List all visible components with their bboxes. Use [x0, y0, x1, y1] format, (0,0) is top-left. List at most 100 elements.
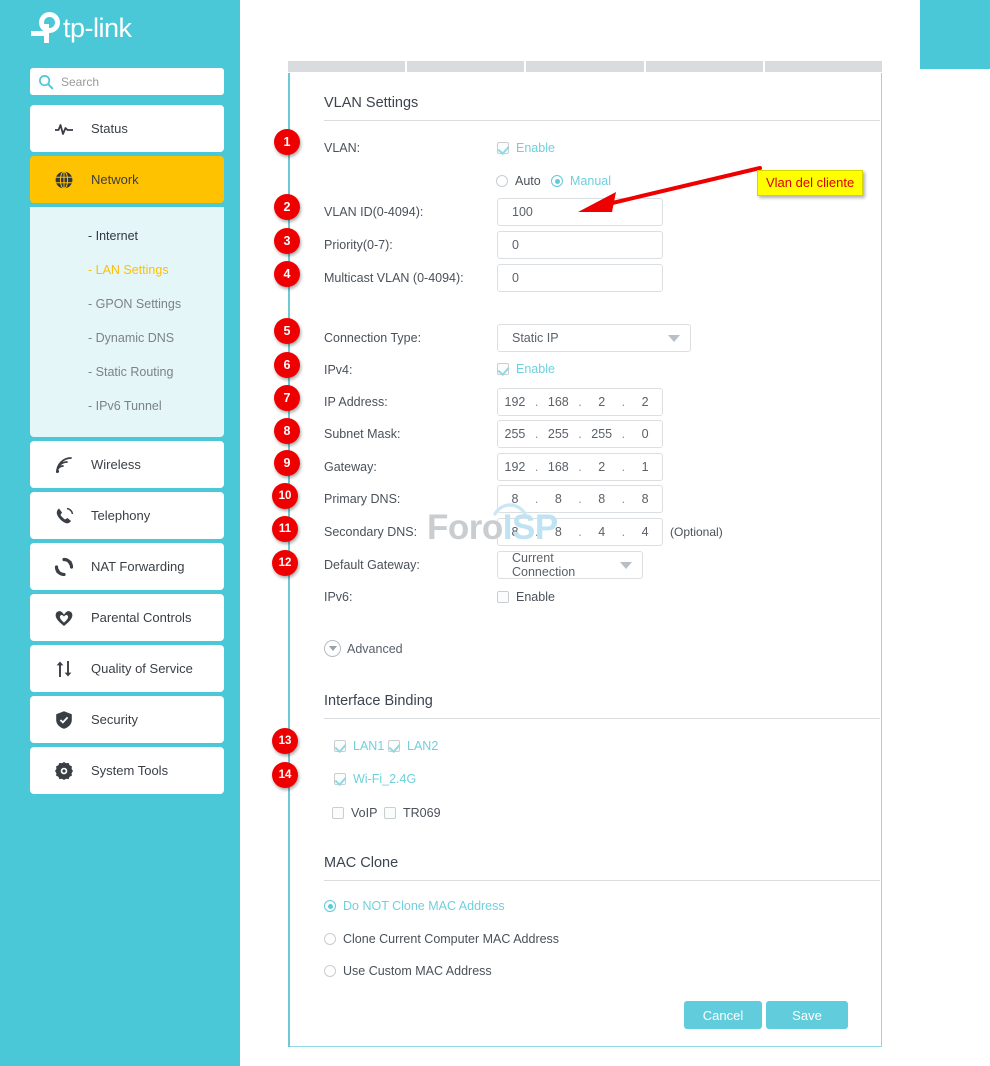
- step-badge-8: 8: [274, 418, 300, 444]
- sidebar-item-nat-forwarding[interactable]: NAT Forwarding: [30, 543, 224, 590]
- gear-icon: [55, 761, 73, 780]
- mac-clone-title: MAC Clone: [324, 855, 399, 871]
- binding-wifi-label: Wi-Fi_2.4G: [353, 772, 417, 786]
- sidebar-item-parental-controls[interactable]: Parental Controls: [30, 594, 224, 641]
- tab-cell[interactable]: [526, 61, 644, 73]
- checkbox-box: [334, 773, 346, 785]
- ipv6-label: IPv6:: [324, 590, 353, 604]
- connection-type-select[interactable]: Static IP: [497, 324, 691, 352]
- cancel-button[interactable]: Cancel: [684, 1001, 762, 1029]
- vlan-mode-auto-label: Auto: [515, 174, 541, 188]
- sidebar-subitem-ipv6-tunnel[interactable]: - IPv6 Tunnel: [30, 389, 224, 423]
- sidebar-subitem-gpon-settings[interactable]: - GPON Settings: [30, 287, 224, 321]
- tab-cell[interactable]: [407, 61, 525, 73]
- sidebar-subitem-dynamic-dns[interactable]: - Dynamic DNS: [30, 321, 224, 355]
- wifi-icon: [56, 456, 72, 473]
- tab-cell[interactable]: [645, 61, 763, 73]
- mac-clone-option-label: Clone Current Computer MAC Address: [343, 932, 560, 946]
- ip-dot: .: [534, 525, 539, 539]
- default-gateway-select[interactable]: Current Connection: [497, 551, 643, 579]
- binding-lan2-label: LAN2: [407, 739, 439, 753]
- search-placeholder: Search: [61, 74, 100, 89]
- priority-label: Priority(0-7):: [324, 238, 393, 252]
- chevron-down-icon: [324, 640, 341, 657]
- subnet-mask-input[interactable]: 255 . 255 . 255 . 0: [497, 420, 663, 448]
- annotation-note: Vlan del cliente: [757, 170, 864, 196]
- vlan-enable-label: Enable: [516, 141, 555, 155]
- gateway-octet-2: 168: [547, 460, 569, 474]
- ip-dot: .: [578, 460, 582, 474]
- sidebar-item-telephony[interactable]: Telephony: [30, 492, 224, 539]
- sidebar-subitem-lan-settings[interactable]: - LAN Settings: [30, 253, 224, 287]
- sidebar-item-status[interactable]: Status: [30, 105, 224, 152]
- gateway-input[interactable]: 192 . 168 . 2 . 1: [497, 453, 663, 481]
- ip-dot: .: [578, 395, 582, 409]
- ip-address-input[interactable]: 192 . 168 . 2 . 2: [497, 388, 663, 416]
- vlan-mode-auto-radio[interactable]: Auto: [496, 174, 541, 188]
- save-button[interactable]: Save: [766, 1001, 848, 1029]
- gateway-octet-3: 2: [598, 460, 606, 474]
- subnet-octet-3: 255: [591, 427, 613, 441]
- search-input[interactable]: Search: [30, 68, 224, 95]
- ip-address-label: IP Address:: [324, 395, 388, 409]
- secondary-dns-input[interactable]: 8 . 8 . 4 . 4: [497, 518, 663, 546]
- tab-cell[interactable]: [288, 61, 406, 73]
- brand-name: tp-link: [63, 12, 132, 43]
- binding-wifi-checkbox[interactable]: Wi-Fi_2.4G: [334, 772, 416, 786]
- secondary-dns-optional-note: (Optional): [670, 525, 723, 539]
- sidebar-item-security[interactable]: Security: [30, 696, 224, 743]
- ipv4-enable-checkbox[interactable]: Enable: [497, 362, 555, 376]
- sidebar-subitem-static-routing[interactable]: - Static Routing: [30, 355, 224, 389]
- sidebar-item-label: System Tools: [91, 763, 169, 778]
- vlan-label: VLAN:: [324, 141, 361, 155]
- vlan-enable-checkbox[interactable]: Enable: [497, 141, 555, 155]
- step-badge-7: 7: [274, 385, 300, 411]
- step-badge-1: 1: [274, 129, 300, 155]
- connection-type-value: Static IP: [512, 331, 559, 345]
- secondary-dns-octet-1: 8: [511, 525, 519, 539]
- sidebar-item-network[interactable]: Network: [30, 156, 224, 203]
- radio-dot: [324, 900, 336, 912]
- sidebar-subitem-internet[interactable]: - Internet: [30, 219, 224, 253]
- chevron-down-icon: [620, 561, 632, 569]
- binding-lan1-label: LAN1: [353, 739, 385, 753]
- checkbox-box: [332, 807, 344, 819]
- step-badge-13: 13: [272, 728, 298, 754]
- mac-clone-option-custom[interactable]: Use Custom MAC Address: [324, 964, 492, 978]
- binding-voip-checkbox[interactable]: VoIP: [332, 806, 377, 820]
- ip-dot: .: [578, 525, 582, 539]
- binding-lan2-checkbox[interactable]: LAN2: [388, 739, 438, 753]
- mac-clone-option-label: Use Custom MAC Address: [343, 964, 492, 978]
- step-badge-11: 11: [272, 516, 298, 542]
- ip-octet-1: 192: [504, 395, 526, 409]
- checkbox-box: [497, 363, 509, 375]
- step-badge-14: 14: [272, 762, 298, 788]
- gateway-octet-1: 192: [504, 460, 526, 474]
- ip-dot: .: [621, 525, 626, 539]
- binding-voip-label: VoIP: [351, 806, 378, 820]
- nat-icon: [54, 557, 74, 576]
- binding-tr069-checkbox[interactable]: TR069: [384, 806, 441, 820]
- ipv6-enable-checkbox[interactable]: Enable: [497, 590, 555, 604]
- ip-dot: .: [621, 492, 626, 506]
- multicast-vlan-input[interactable]: 0: [497, 264, 663, 292]
- mac-clone-option-none[interactable]: Do NOT Clone MAC Address: [324, 899, 505, 913]
- sidebar-item-wireless[interactable]: Wireless: [30, 441, 224, 488]
- priority-input[interactable]: 0: [497, 231, 663, 259]
- sidebar-item-system-tools[interactable]: System Tools: [30, 747, 224, 794]
- router-admin-page: tp-link Quick Setup Basic Advanced Engli…: [0, 0, 990, 1066]
- advanced-toggle[interactable]: Advanced: [324, 640, 403, 657]
- step-badge-12: 12: [272, 550, 298, 576]
- mac-clone-option-current[interactable]: Clone Current Computer MAC Address: [324, 932, 559, 946]
- sidebar-item-quality-of-service[interactable]: Quality of Service: [30, 645, 224, 692]
- binding-lan1-checkbox[interactable]: LAN1: [334, 739, 384, 753]
- checkbox-box: [334, 740, 346, 752]
- sidebar-item-label: NAT Forwarding: [91, 559, 185, 574]
- ip-octet-3: 2: [598, 395, 606, 409]
- ip-dot: .: [534, 460, 539, 474]
- sidebar-item-label: Security: [91, 712, 138, 727]
- interface-binding-divider: [324, 718, 880, 719]
- tab-cell[interactable]: [764, 61, 883, 73]
- vlan-settings-title: VLAN Settings: [324, 95, 419, 111]
- ip-dot: .: [534, 395, 539, 409]
